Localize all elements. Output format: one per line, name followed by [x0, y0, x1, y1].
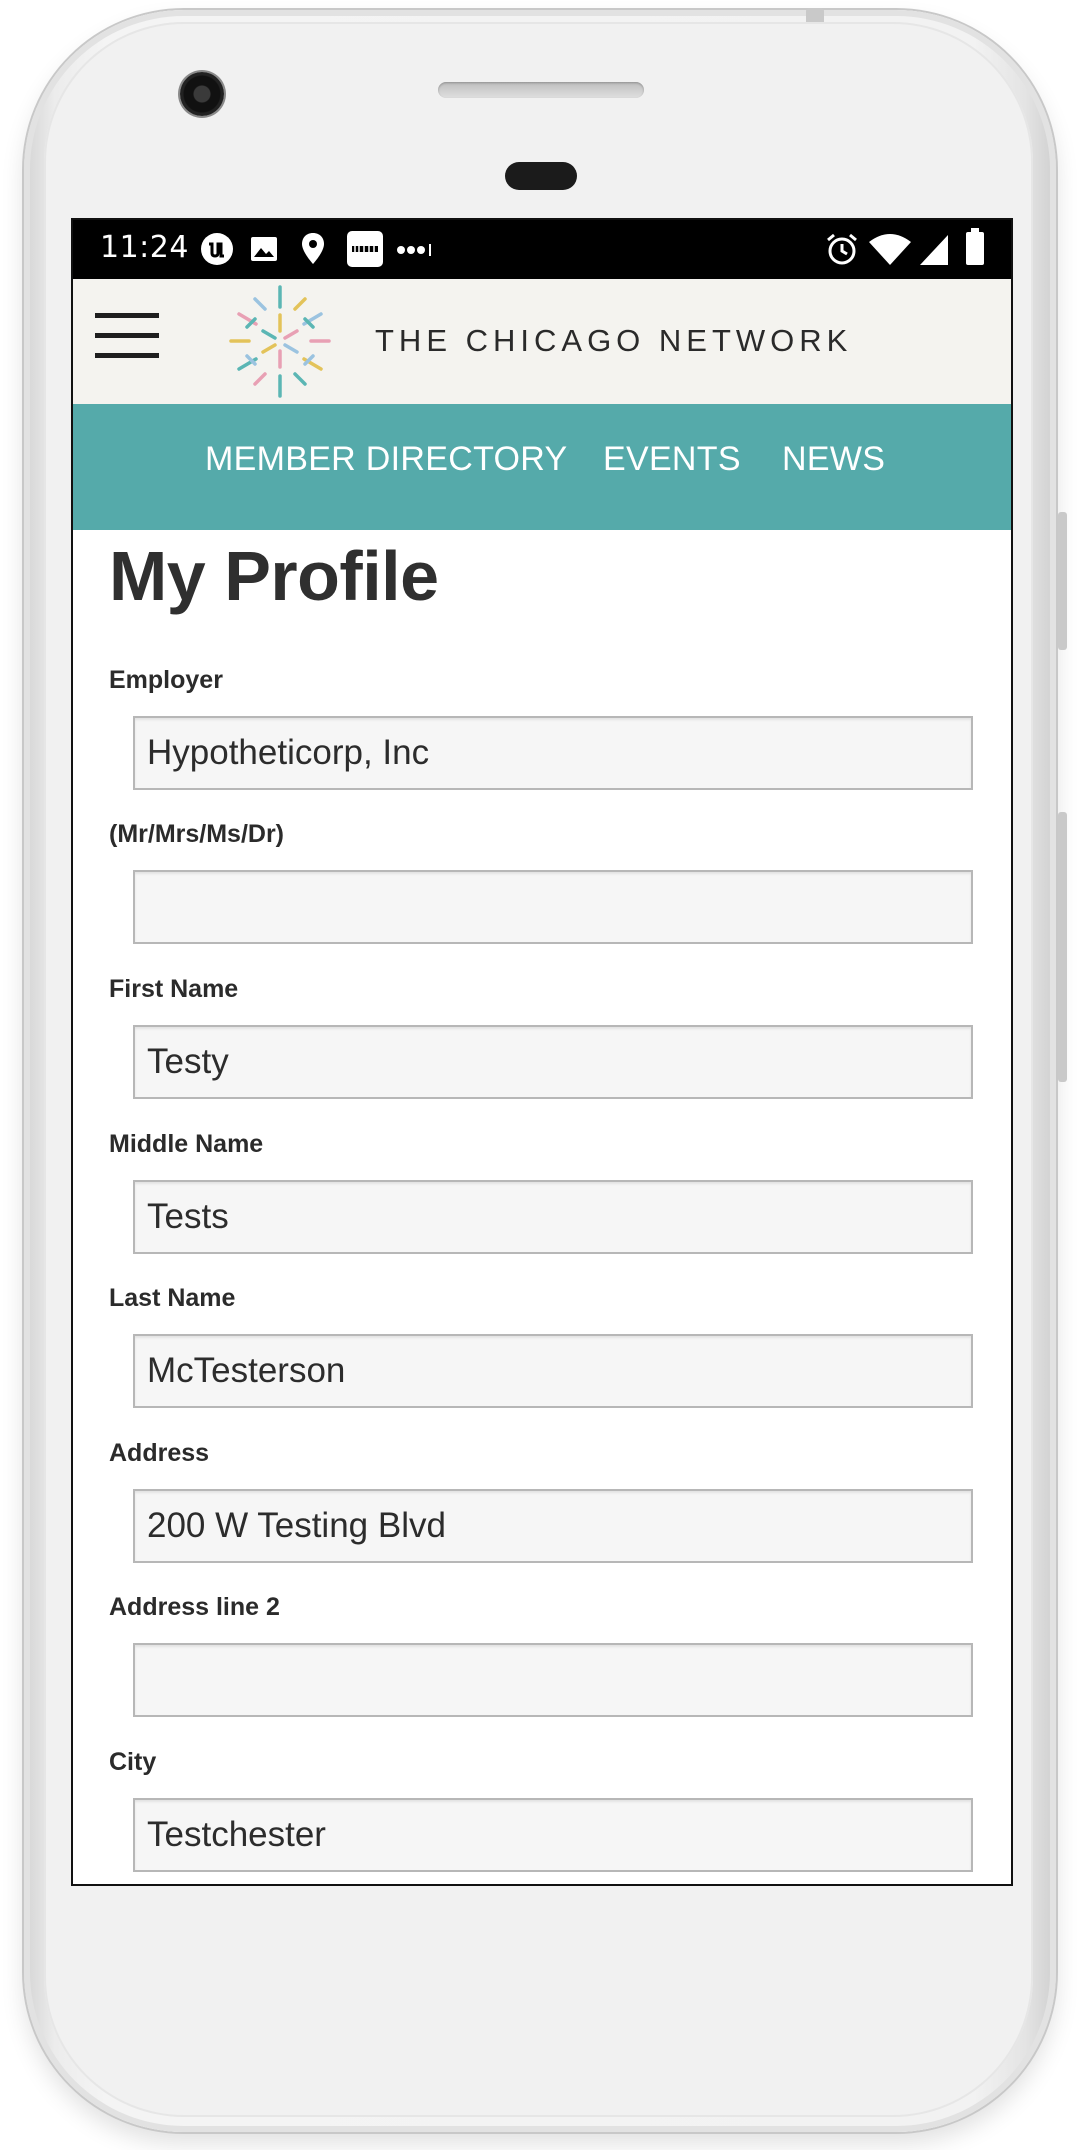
nav-events[interactable]: EVENTS — [603, 440, 741, 479]
menu-hamburger-icon[interactable] — [95, 313, 159, 361]
nav-news[interactable]: NEWS — [782, 440, 885, 479]
more-dots-icon — [397, 244, 431, 256]
ifttt-icon — [347, 231, 383, 267]
main-nav: MEMBER DIRECTORY EVENTS NEWS — [73, 404, 1011, 530]
employer-input[interactable] — [133, 716, 973, 790]
wifi-icon — [869, 234, 911, 265]
address-line-2-input[interactable] — [133, 1643, 973, 1717]
battery-icon — [966, 228, 984, 265]
last-name-input[interactable] — [133, 1334, 973, 1408]
status-time: 11:24 — [100, 230, 189, 265]
phone-volume-button — [1058, 812, 1067, 1082]
signal-icon — [920, 235, 948, 265]
middle-name-label: Middle Name — [109, 1130, 264, 1158]
salutation-input[interactable] — [133, 870, 973, 944]
employer-label: Employer — [109, 666, 223, 694]
screen: 11:24 THE CHICAGO NETWORK MEMBER DIRECTO… — [73, 220, 1011, 1884]
brand-name: THE CHICAGO NETWORK — [375, 323, 853, 358]
middle-name-input[interactable] — [133, 1180, 973, 1254]
site-header: THE CHICAGO NETWORK — [73, 279, 1011, 404]
city-input[interactable] — [133, 1798, 973, 1872]
alarm-icon — [827, 233, 857, 265]
first-name-input[interactable] — [133, 1025, 973, 1099]
city-label: City — [109, 1748, 157, 1776]
earpiece-speaker — [438, 82, 644, 98]
first-name-label: First Name — [109, 975, 239, 1003]
chicago-network-logo — [229, 285, 331, 398]
nav-member-directory[interactable]: MEMBER DIRECTORY — [205, 440, 567, 479]
image-icon — [251, 237, 277, 261]
proximity-sensor — [505, 162, 577, 190]
address-line-2-label: Address line 2 — [109, 1593, 280, 1621]
page-title: My Profile — [109, 537, 439, 615]
salutation-label: (Mr/Mrs/Ms/Dr) — [109, 820, 285, 848]
address-label: Address — [109, 1439, 210, 1467]
front-camera — [180, 72, 224, 116]
location-pin-icon — [302, 233, 324, 264]
status-bar: 11:24 — [73, 220, 1011, 279]
phone-power-button — [1058, 512, 1067, 650]
last-name-label: Last Name — [109, 1284, 236, 1312]
u-icon — [201, 233, 233, 265]
address-input[interactable] — [133, 1489, 973, 1563]
